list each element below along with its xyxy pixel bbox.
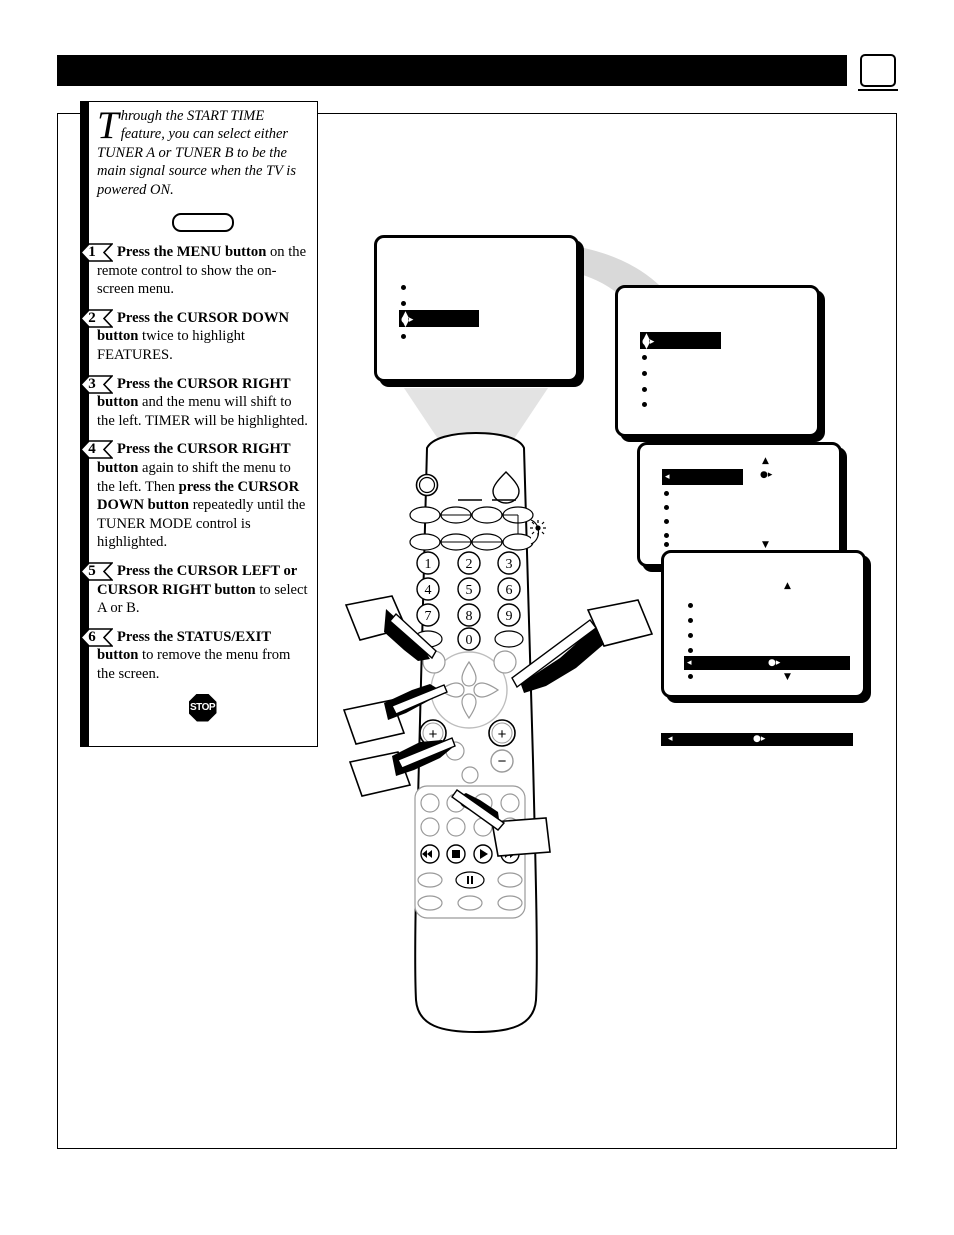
cursor-left-icon: ◂ <box>687 658 692 668</box>
step-4-number: 4 <box>88 441 96 458</box>
menu-bullet <box>688 674 693 679</box>
step-4-text: Press the CURSOR RIGHT button again to s… <box>97 441 305 550</box>
menu-bullet <box>642 355 647 360</box>
screen-features[interactable]: ▲ ●▸ ▼ <box>615 285 820 437</box>
cursor-left-icon: ◂ <box>668 734 673 744</box>
cursor-dot-right-icon: ●▸ <box>760 470 773 480</box>
menu-bullet <box>664 505 669 510</box>
menu-bullet <box>642 387 647 392</box>
step-5-text: Press the CURSOR LEFT or CURSOR RIGHT bu… <box>97 563 308 616</box>
menu-button-glyph-wrap <box>97 213 308 233</box>
instruction-panel-spine <box>80 101 89 747</box>
menu-bullet <box>688 618 693 623</box>
step-5: 5 Press the CURSOR LEFT or CURSOR RIGHT … <box>80 562 308 618</box>
step-1-bold: Press the MENU button <box>117 244 267 261</box>
cursor-down-icon: ▼ <box>643 341 650 351</box>
menu-bullet <box>664 491 669 496</box>
scroll-down-icon: ▼ <box>762 540 769 550</box>
menu-bullet <box>664 519 669 524</box>
menu-bullet <box>688 648 693 653</box>
menu-highlight-row[interactable]: ▲ ●▸ ▼ <box>640 332 721 351</box>
menu-bullet <box>642 402 647 407</box>
step-1: 1 Press the MENU button on the remote co… <box>80 243 308 299</box>
scroll-up-icon: ▲ <box>784 581 791 591</box>
step-1-text: Press the MENU button on the remote cont… <box>97 244 306 297</box>
menu-highlight-row[interactable]: ◂ <box>662 469 743 485</box>
screen-timer[interactable]: ▲ ◂ ●▸ ▼ <box>637 442 842 567</box>
stop-sign-wrap: STOP <box>97 693 308 722</box>
menu-bullet <box>688 603 693 608</box>
page-header-bar <box>57 55 847 86</box>
menu-bullet <box>401 285 406 290</box>
intro-paragraph: Through the START TIME feature, you can … <box>97 104 308 199</box>
menu-highlight-row[interactable]: ▲ ●▸ ▼ <box>399 310 479 329</box>
step-2-number: 2 <box>88 309 96 326</box>
menu-bullet <box>688 633 693 638</box>
stop-sign-icon: STOP <box>188 693 217 722</box>
menu-bullet <box>642 371 647 376</box>
step-6-number: 6 <box>88 628 96 645</box>
step-3: 3 Press the CURSOR RIGHT button and the … <box>80 374 308 431</box>
step-3-marker: 3 <box>80 374 113 394</box>
cursor-left-icon: ◂ <box>665 472 670 482</box>
menu-bullet <box>401 334 406 339</box>
menu-bullet <box>664 533 669 538</box>
intro-text: hrough the START TIME feature, you can s… <box>97 108 296 198</box>
step-2-text: Press the CURSOR DOWN button twice to hi… <box>97 310 289 363</box>
step-1-marker: 1 <box>80 243 113 262</box>
cursor-dot-right-icon: ●▸ <box>753 734 766 744</box>
step-6-marker: 6 <box>80 627 113 647</box>
step-5-marker: 5 <box>80 562 113 581</box>
step-3-number: 3 <box>88 375 96 392</box>
menu-highlight-row[interactable]: ◂ ●▸ <box>684 656 850 670</box>
menu-bullet <box>664 542 669 547</box>
step-4: 4 Press the CURSOR RIGHT button again to… <box>80 440 308 552</box>
step-6: 6 Press the STATUS/EXIT button to remove… <box>80 627 308 684</box>
cursor-dot-right-icon: ●▸ <box>768 658 781 668</box>
scroll-up-icon: ▲ <box>762 456 769 466</box>
intro-dropcap: T <box>97 104 119 147</box>
cursor-down-icon: ▼ <box>402 319 409 329</box>
instruction-content: Through the START TIME feature, you can … <box>80 101 318 747</box>
standalone-highlight-bar[interactable]: ◂ ●▸ <box>661 733 853 746</box>
step-2: 2 Press the CURSOR DOWN button twice to … <box>80 309 308 365</box>
menu-bullet <box>401 301 406 306</box>
page-number-underline <box>858 89 898 91</box>
step-2-marker: 2 <box>80 309 113 328</box>
page-number-box <box>860 54 896 87</box>
menu-button-glyph <box>171 213 234 233</box>
step-3-text: Press the CURSOR RIGHT button and the me… <box>97 376 308 429</box>
screen-main-menu[interactable]: ▲ ●▸ ▼ <box>374 235 579 382</box>
step-4-marker: 4 <box>80 440 113 460</box>
screen-tuner-mode[interactable]: ▲ ◂ ●▸ ▼ <box>661 550 866 698</box>
scroll-down-icon: ▼ <box>784 672 791 682</box>
step-5-number: 5 <box>88 562 96 579</box>
step-1-number: 1 <box>88 244 96 261</box>
step-6-text: Press the STATUS/EXIT button to remove t… <box>97 629 290 682</box>
